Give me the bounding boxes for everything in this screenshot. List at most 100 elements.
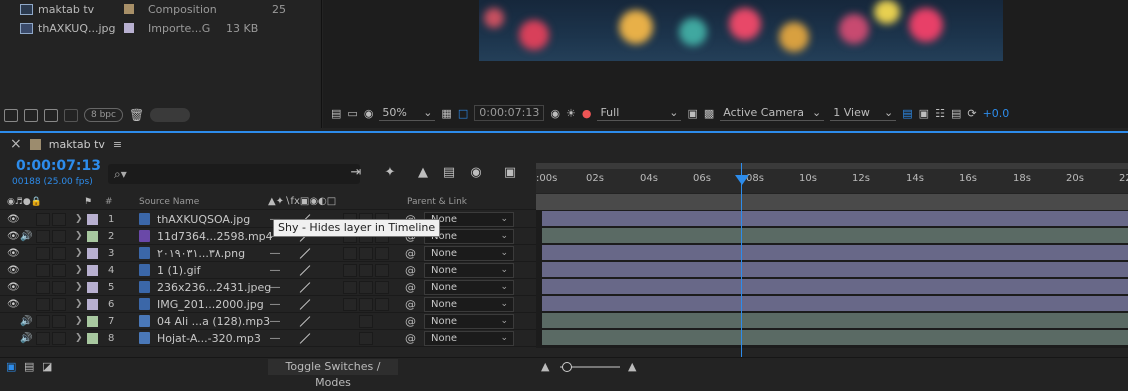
frame-blending-icon[interactable]: ▤ xyxy=(440,165,458,181)
solo-switch[interactable] xyxy=(36,281,50,294)
flowchart-icon[interactable]: ☷ xyxy=(935,107,945,120)
adjustment-switch[interactable] xyxy=(359,315,373,328)
toggle-pixel-aspect-icon[interactable]: ▤ xyxy=(902,107,912,120)
new-composition-icon[interactable] xyxy=(44,108,58,122)
exposure-value[interactable]: +0.0 xyxy=(983,107,1010,120)
layer-row[interactable]: 👁 ❯ 3 ۲۰۱۹۰۳۱...۳۸.png ― @ None ⌄ xyxy=(0,245,536,262)
motion-blur-icon[interactable]: ◉ xyxy=(467,165,485,181)
draft-3d-icon[interactable]: ✦ xyxy=(381,165,399,181)
shy-switch[interactable]: ― xyxy=(270,333,280,344)
motion-blur-switch[interactable] xyxy=(359,247,373,260)
layer-switches-icon[interactable]: ▣ xyxy=(6,360,16,373)
camera-select[interactable]: Active Camera ⌄ xyxy=(720,105,825,121)
view-layout-select[interactable]: 1 View ⌄ xyxy=(830,105,897,121)
layer-duration-bar[interactable] xyxy=(542,245,1128,260)
show-snapshot-icon[interactable]: ☀ xyxy=(566,107,576,120)
layer-name[interactable]: 1 (1).gif xyxy=(157,264,200,277)
visibility-eye-icon[interactable]: 👁 xyxy=(7,231,20,242)
quality-switch[interactable] xyxy=(299,248,311,259)
shy-switch[interactable]: ― xyxy=(270,265,280,276)
effects-switch[interactable] xyxy=(343,247,357,260)
expand-arrow-icon[interactable]: ❯ xyxy=(75,333,83,343)
expand-arrow-icon[interactable]: ❯ xyxy=(75,265,83,275)
label-color-swatch[interactable] xyxy=(124,4,134,14)
3d-layer-switch[interactable] xyxy=(375,247,389,260)
layer-duration-bar[interactable] xyxy=(542,262,1128,277)
magnification-select[interactable]: 50% ⌄ xyxy=(379,105,436,121)
layer-duration-bar[interactable] xyxy=(542,279,1128,294)
number-column-header[interactable]: # xyxy=(105,197,113,207)
layer-row[interactable]: 👁 ❯ 4 1 (1).gif ― @ None ⌄ xyxy=(0,262,536,279)
project-item[interactable]: thAXKUQ...jpg Importe...G 13 KB xyxy=(0,19,322,37)
audio-speaker-icon[interactable]: 🔊 xyxy=(20,333,32,344)
layer-row[interactable]: 👁 ❯ 6 IMG_201...2000.jpg ― @ None ⌄ xyxy=(0,296,536,313)
3d-layer-switch[interactable] xyxy=(375,281,389,294)
region-of-interest-icon[interactable]: □ xyxy=(458,107,468,120)
work-area-bar[interactable] xyxy=(536,194,1128,210)
audio-speaker-icon[interactable]: 🔊 xyxy=(20,231,32,242)
layer-search-input[interactable]: ⌕▾ xyxy=(108,164,360,184)
lock-switch[interactable] xyxy=(52,213,66,226)
audio-speaker-icon[interactable]: 🔊 xyxy=(20,316,32,327)
quality-switch[interactable] xyxy=(299,299,311,310)
lock-switch[interactable] xyxy=(52,315,66,328)
layer-row[interactable]: 🔊 ❯ 8 Hojat-A...-320.mp3 ― @ None ⌄ xyxy=(0,330,536,347)
layer-name[interactable]: ۲۰۱۹۰۳۱...۳۸.png xyxy=(157,247,245,260)
visibility-eye-icon[interactable]: 👁 xyxy=(7,248,20,259)
3d-layer-switch[interactable] xyxy=(375,264,389,277)
label-color-swatch[interactable] xyxy=(124,23,134,33)
layer-label-swatch[interactable] xyxy=(87,230,98,242)
solo-switch[interactable] xyxy=(36,264,50,277)
visibility-eye-icon[interactable]: 👁 xyxy=(7,299,20,310)
bit-depth-button[interactable]: 8 bpc xyxy=(84,108,123,122)
layer-label-swatch[interactable] xyxy=(87,332,98,344)
shy-switch[interactable]: ― xyxy=(270,282,280,293)
trash-icon[interactable]: 🗑 xyxy=(129,108,144,122)
parent-select[interactable]: None ⌄ xyxy=(424,245,514,261)
shy-switch[interactable]: ― xyxy=(270,316,280,327)
layer-row[interactable]: 👁🔊❯211d7364...2598.mp4―@None⌄ xyxy=(0,228,536,245)
pick-whip-icon[interactable]: @ xyxy=(405,264,416,277)
project-settings-icon[interactable] xyxy=(64,108,78,122)
layer-label-swatch[interactable] xyxy=(87,298,98,310)
quality-switch[interactable] xyxy=(299,316,311,327)
layer-name[interactable]: 236x236...2431.jpeg xyxy=(157,281,271,294)
pick-whip-icon[interactable]: @ xyxy=(405,298,416,311)
layer-name[interactable]: 11d7364...2598.mp4 xyxy=(157,230,273,243)
zoom-slider-knob[interactable] xyxy=(562,362,572,372)
parent-select[interactable]: None ⌄ xyxy=(424,330,514,346)
parent-select[interactable]: None ⌄ xyxy=(424,279,514,295)
current-time-display[interactable]: 0:00:07:13 xyxy=(474,105,545,121)
shy-switch[interactable]: ― xyxy=(270,299,280,310)
zoom-in-icon[interactable]: ▲ xyxy=(628,360,636,373)
solo-switch[interactable] xyxy=(36,332,50,345)
time-ruler[interactable]: :00s 02s 04s 06s 08s 10s 12s 14s 16s 18s… xyxy=(536,163,1128,193)
layer-duration-bar[interactable] xyxy=(542,313,1128,328)
effects-switch[interactable] xyxy=(343,281,357,294)
solo-switch[interactable] xyxy=(36,213,50,226)
expand-arrow-icon[interactable]: ❯ xyxy=(75,214,83,224)
resolution-select[interactable]: Full ⌄ xyxy=(597,105,682,121)
lock-switch[interactable] xyxy=(52,230,66,243)
layer-duration-bar[interactable] xyxy=(542,211,1128,226)
layer-name[interactable]: 04 Ali ...a (128).mp3 xyxy=(157,315,270,328)
layer-label-swatch[interactable] xyxy=(87,315,98,327)
layer-label-swatch[interactable] xyxy=(87,213,98,225)
toggle-switches-modes-button[interactable]: Toggle Switches / Modes xyxy=(268,359,398,389)
graph-editor-icon[interactable]: ▣ xyxy=(501,165,519,181)
lock-switch[interactable] xyxy=(52,332,66,345)
lock-switch[interactable] xyxy=(52,264,66,277)
layer-name[interactable]: IMG_201...2000.jpg xyxy=(157,298,264,311)
layer-label-swatch[interactable] xyxy=(87,281,98,293)
playhead-line[interactable] xyxy=(741,163,742,359)
expand-arrow-icon[interactable]: ❯ xyxy=(75,316,83,326)
layer-label-swatch[interactable] xyxy=(87,264,98,276)
layer-name[interactable]: Hojat-A...-320.mp3 xyxy=(157,332,261,345)
effects-switch[interactable] xyxy=(343,264,357,277)
pick-whip-icon[interactable]: @ xyxy=(405,332,416,345)
quality-switch[interactable] xyxy=(299,333,311,344)
transparency-grid-icon[interactable]: ▩ xyxy=(704,107,714,120)
fast-preview-icon[interactable]: ▣ xyxy=(919,107,929,120)
project-scroll[interactable] xyxy=(150,108,191,122)
in-out-icon[interactable]: ◪ xyxy=(42,360,52,373)
